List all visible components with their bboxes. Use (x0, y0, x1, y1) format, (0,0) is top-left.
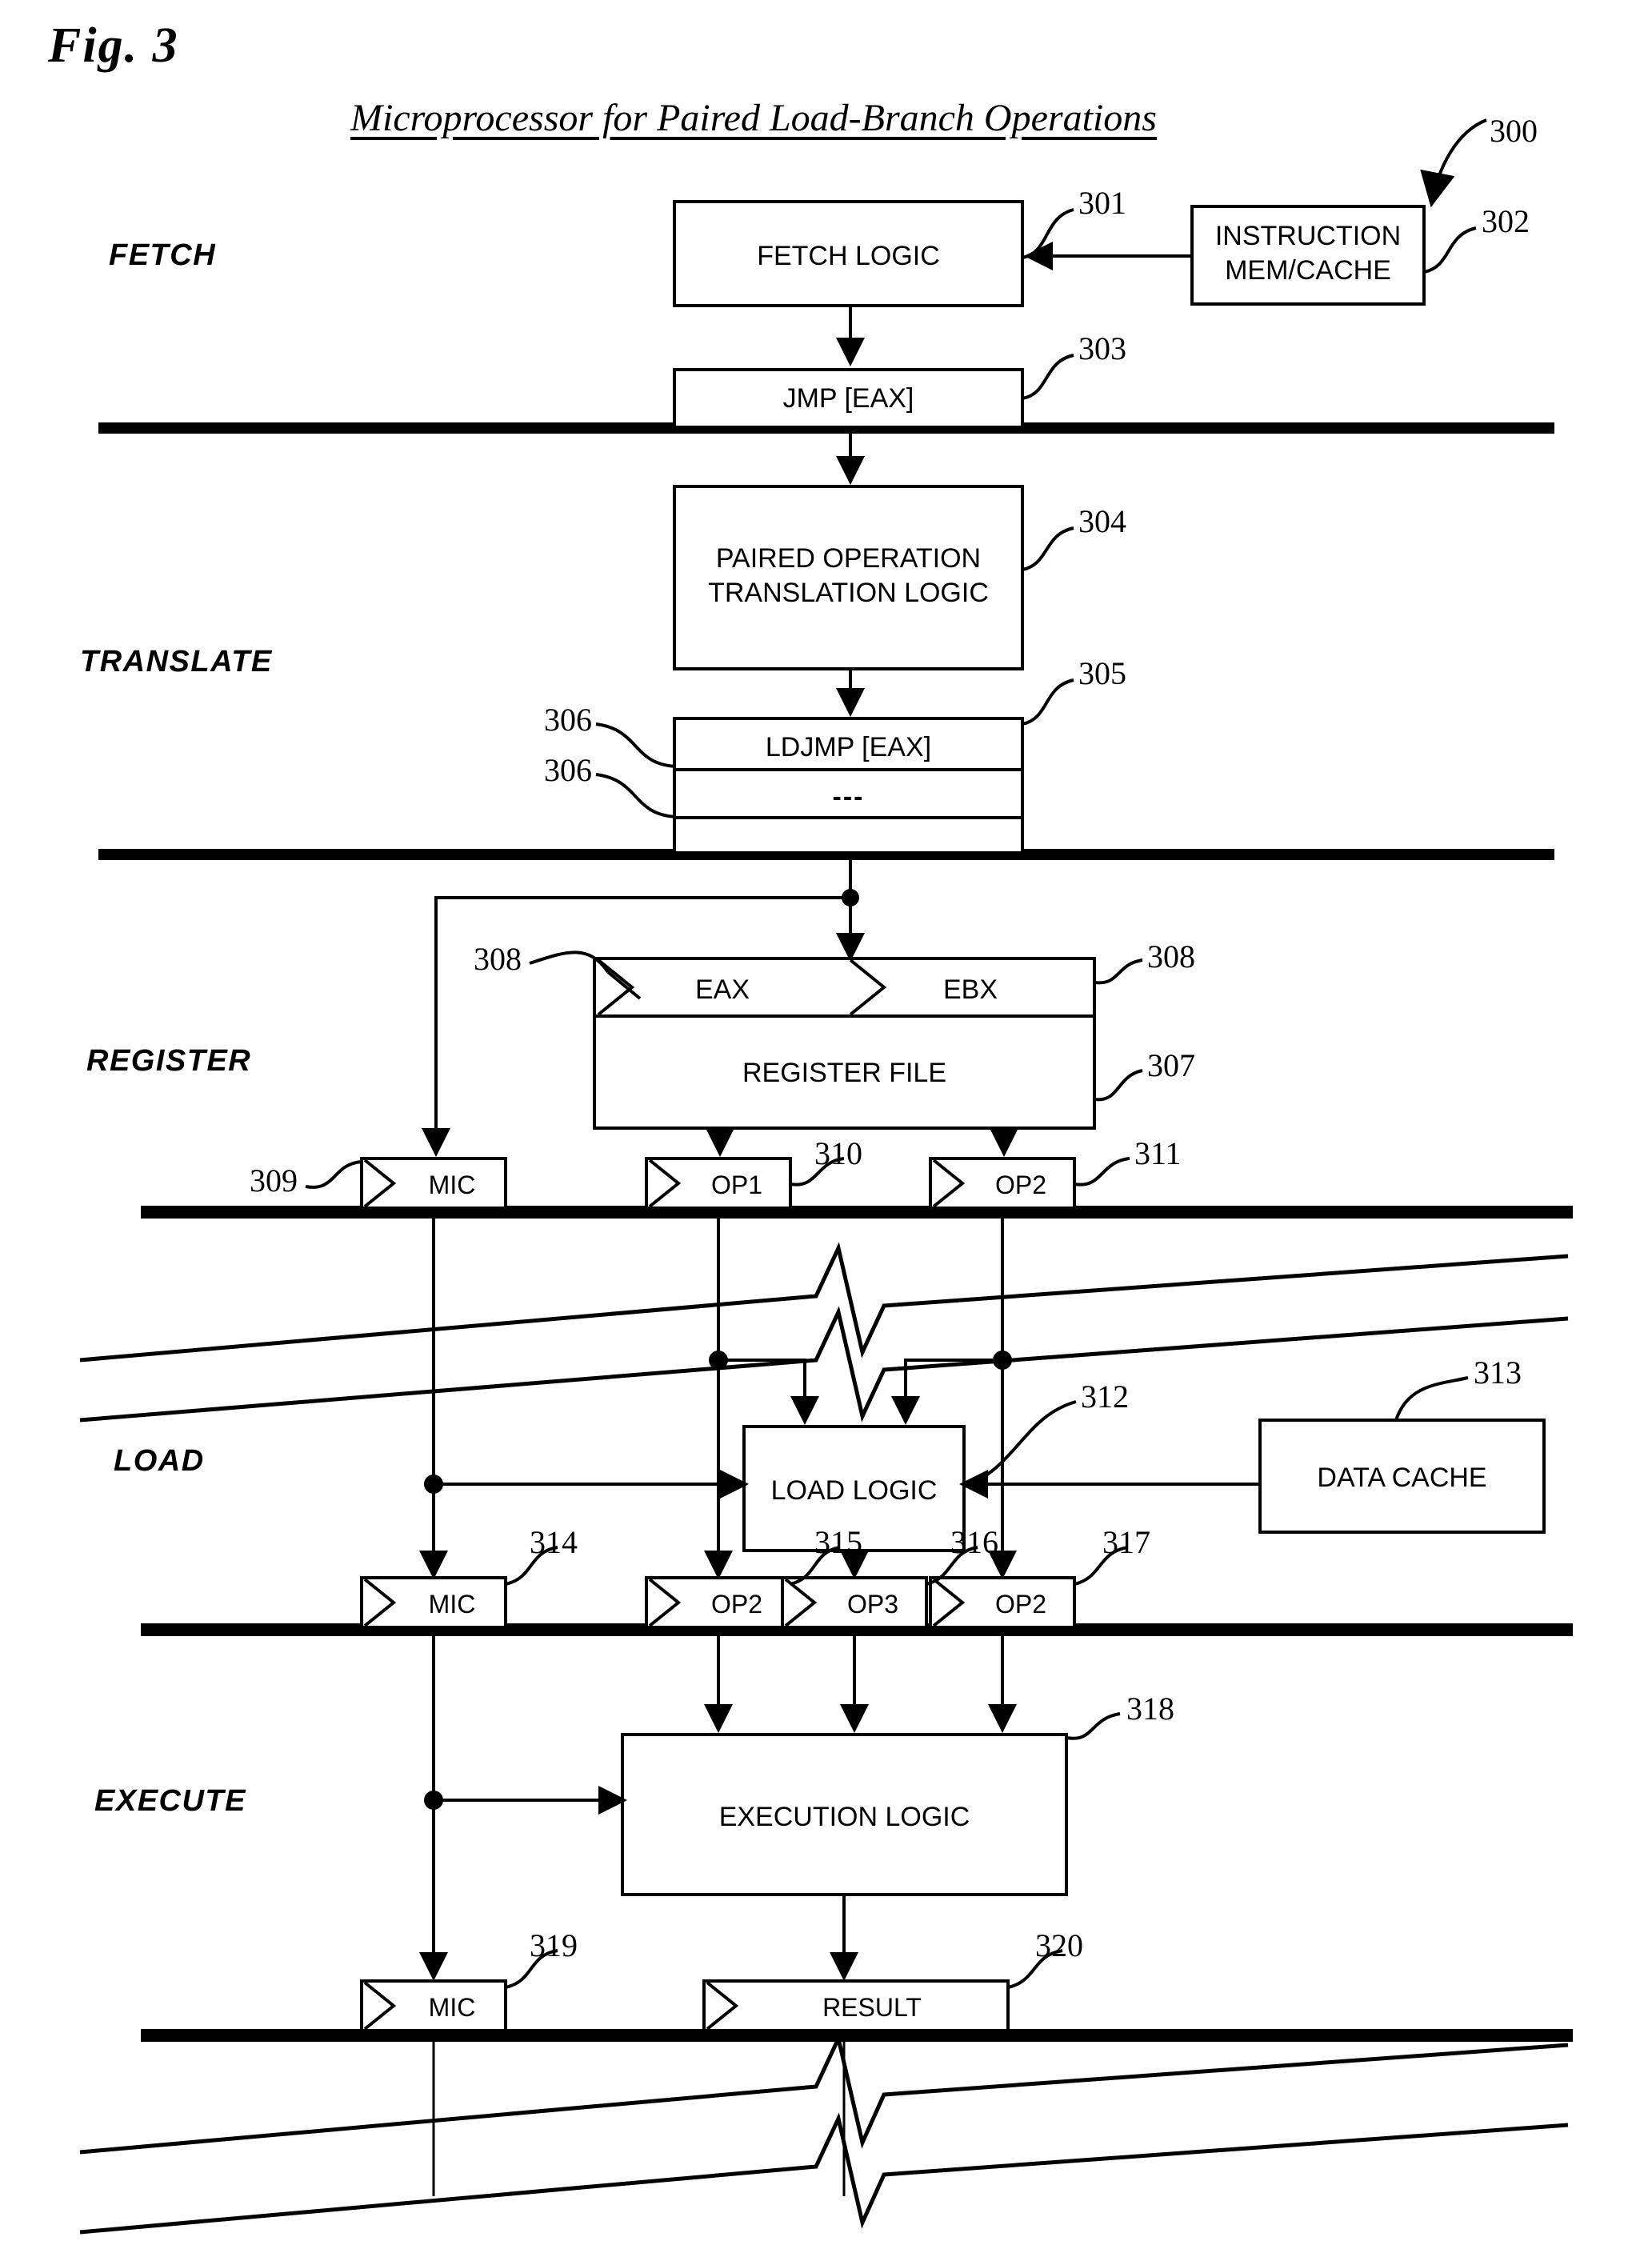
latch-op2b-load: OP2 (994, 1590, 1047, 1619)
latch-op2-load: OP2 (710, 1590, 763, 1619)
latch-result-execute: RESULT (822, 1993, 922, 2022)
ldjmp-instruction-label: LDJMP [EAX] (765, 732, 932, 762)
ref-320: 320 (1035, 1927, 1083, 1963)
latch-mic-execute: MIC (428, 1993, 476, 2022)
stage-label-fetch: FETCH (109, 238, 217, 272)
ref-313: 313 (1474, 1355, 1522, 1391)
ref-306-a: 306 (544, 702, 592, 738)
execution-logic-label: EXECUTION LOGIC (718, 1802, 970, 1832)
break-lines-lower (79, 2032, 1569, 2235)
stage-label-execute: EXECUTE (94, 1784, 246, 1818)
latch-op3-load: OP3 (846, 1590, 899, 1619)
ref-312: 312 (1081, 1379, 1129, 1415)
figure-title: Microprocessor for Paired Load-Branch Op… (350, 97, 1157, 139)
ref-308-a: 308 (474, 941, 522, 977)
fetch-logic-label: FETCH LOGIC (757, 241, 940, 271)
ref-311: 311 (1134, 1135, 1182, 1171)
ref-307: 307 (1147, 1047, 1195, 1083)
register-eax-label: EAX (694, 974, 750, 1005)
stage-label-translate: TRANSLATE (80, 645, 273, 678)
ref-310: 310 (814, 1135, 862, 1171)
jmp-instruction-label: JMP [EAX] (782, 383, 914, 414)
ref-306-b: 306 (544, 752, 592, 788)
ref-318: 318 (1126, 1691, 1174, 1727)
data-cache-label: DATA CACHE (1317, 1463, 1487, 1493)
register-ebx-label: EBX (942, 974, 998, 1005)
ref-315: 315 (814, 1524, 862, 1560)
latch-mic-load: MIC (428, 1590, 476, 1619)
register-file-label: REGISTER FILE (742, 1058, 947, 1088)
figure-number: Fig. 3 (48, 18, 179, 73)
break-lines-upper (79, 1242, 1569, 1423)
ref-309: 309 (250, 1163, 298, 1199)
stage-label-load: LOAD (114, 1444, 205, 1478)
ref-317: 317 (1102, 1524, 1150, 1560)
ref-300: 300 (1490, 113, 1538, 149)
ref-303: 303 (1078, 330, 1126, 366)
latch-mic-register: MIC (428, 1171, 476, 1199)
latch-op2-register: OP2 (994, 1171, 1047, 1199)
ref-316: 316 (950, 1524, 998, 1560)
instruction-cache-label: INSTRUCTION MEM/CACHE (1214, 221, 1402, 286)
ref-304: 304 (1078, 503, 1126, 539)
load-logic-label: LOAD LOGIC (770, 1475, 938, 1506)
ref-319: 319 (530, 1927, 578, 1963)
stage-label-register: REGISTER (86, 1044, 252, 1078)
latch-op1-register: OP1 (710, 1171, 763, 1199)
uop-ellipsis-label: --- (832, 782, 865, 812)
ref-301: 301 (1078, 185, 1126, 221)
ref-308-b: 308 (1147, 938, 1195, 974)
ref-314: 314 (530, 1524, 578, 1560)
diagram-canvas (79, 118, 1573, 2235)
patent-figure-page: Fig. 3 Microprocessor for Paired Load-Br… (0, 0, 1652, 2241)
paired-translation-logic-label: PAIRED OPERATION TRANSLATION LOGIC (708, 543, 989, 608)
ref-305: 305 (1078, 655, 1126, 691)
ref-302: 302 (1482, 203, 1530, 239)
